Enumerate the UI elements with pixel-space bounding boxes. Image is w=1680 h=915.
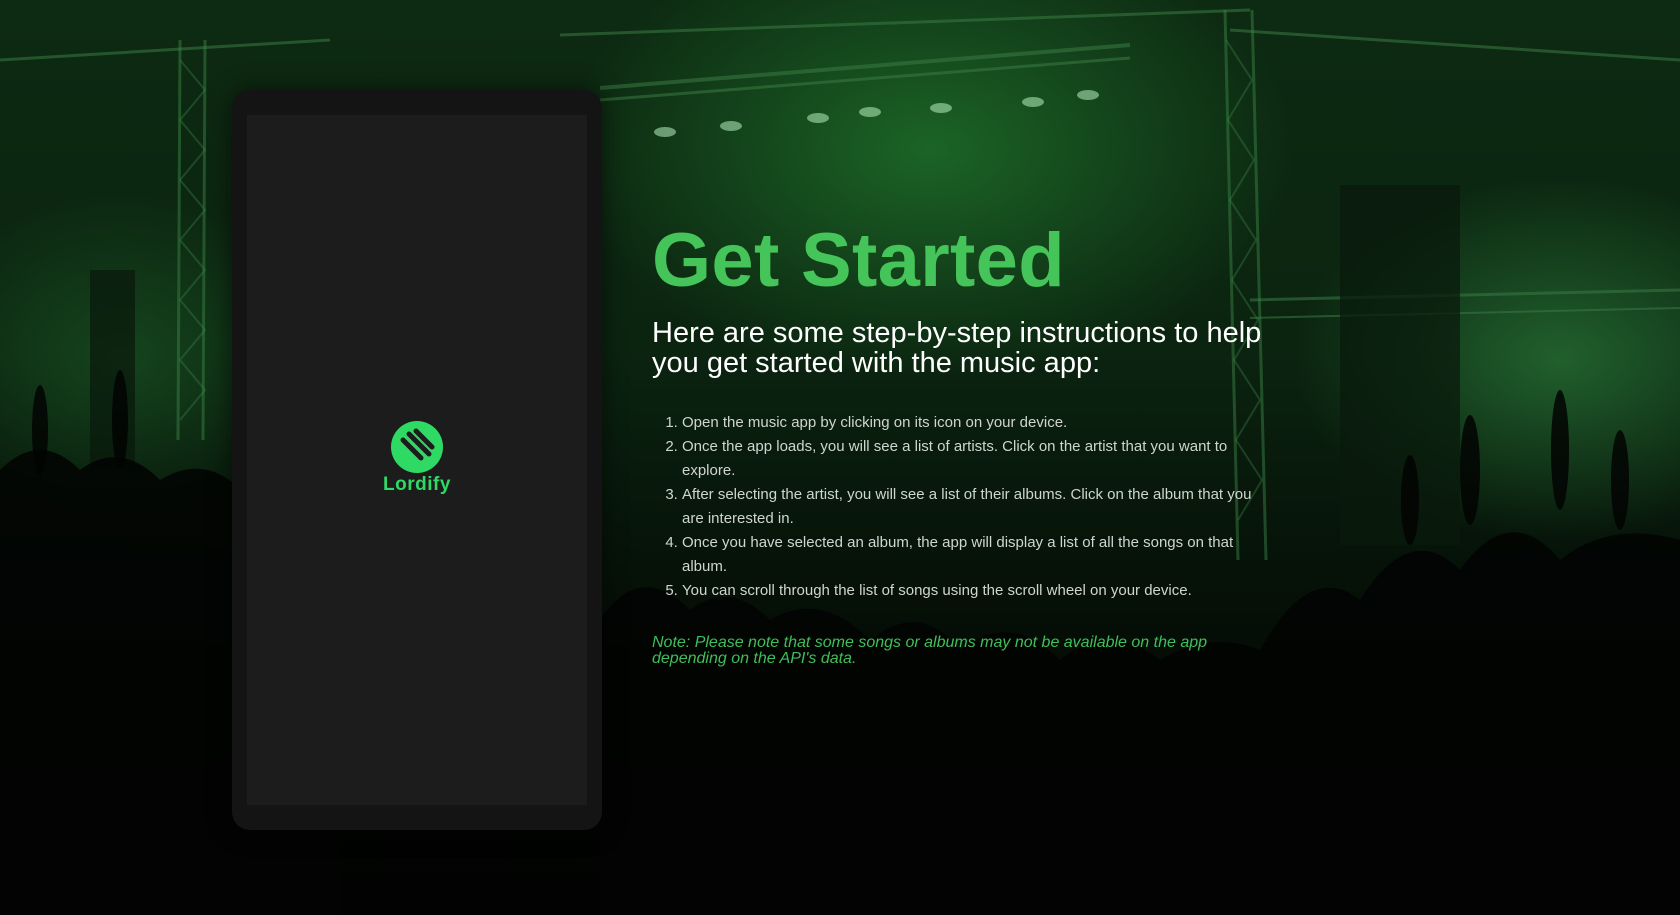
page-title: Get Started [652,218,1065,303]
instruction-step: You can scroll through the list of songs… [682,579,1262,603]
app-logo: Lordify [247,420,587,496]
api-note: Note: Please note that some songs or alb… [652,634,1208,667]
instruction-step: After selecting the artist, you will see… [682,483,1262,531]
page-subtitle: Here are some step-by-step instructions … [652,317,1262,379]
lordify-logo-icon [391,421,443,473]
get-started-section: Get Started Here are some step-by-step i… [652,215,1262,667]
instruction-step: Once the app loads, you will see a list … [682,435,1262,483]
phone-screen: Lordify [247,115,587,805]
phone-mockup: Lordify [232,90,602,830]
instruction-step: Open the music app by clicking on its ic… [682,411,1262,435]
app-name: Lordify [383,474,451,495]
instruction-step: Once you have selected an album, the app… [682,531,1262,579]
instructions-list: Open the music app by clicking on its ic… [652,411,1262,603]
